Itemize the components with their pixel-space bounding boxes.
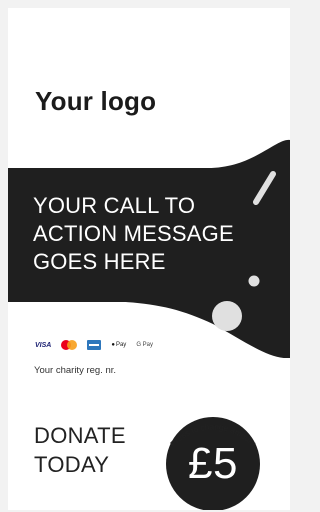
- small-dot-decoration: [248, 275, 260, 287]
- cta-message: YOUR CALL TO ACTION MESSAGE GOES HERE: [33, 192, 273, 276]
- cta-line: ACTION MESSAGE: [33, 221, 234, 246]
- amount-button[interactable]: £5 Press to change amount: [158, 394, 268, 510]
- logo-text: Your logo: [35, 86, 157, 116]
- charity-reg-number: Your charity reg. nr.: [34, 365, 117, 376]
- cta-line: YOUR CALL TO: [33, 193, 196, 218]
- apple-pay-icon: Pay: [111, 342, 126, 348]
- payment-methods: VISA Pay G Pay: [35, 337, 153, 353]
- donate-heading: DONATE TODAY: [34, 421, 126, 479]
- svg-text:Press to change amount: Press to change amount: [169, 422, 258, 449]
- mastercard-icon: [61, 340, 78, 350]
- amount-hint-arc: Press to change amount: [169, 422, 258, 449]
- donate-line: TODAY: [34, 452, 110, 477]
- amount-hint-text: Press to change amount: [169, 422, 258, 449]
- amex-icon: [87, 340, 102, 350]
- donate-line: DONATE: [34, 423, 126, 448]
- visa-icon: VISA: [35, 341, 52, 349]
- google-pay-icon: G Pay: [136, 342, 153, 348]
- donation-card: Your logo YOUR CALL TO ACTION MESSAGE GO…: [8, 8, 290, 510]
- large-dot-decoration: [212, 301, 242, 331]
- cta-line: GOES HERE: [33, 249, 166, 274]
